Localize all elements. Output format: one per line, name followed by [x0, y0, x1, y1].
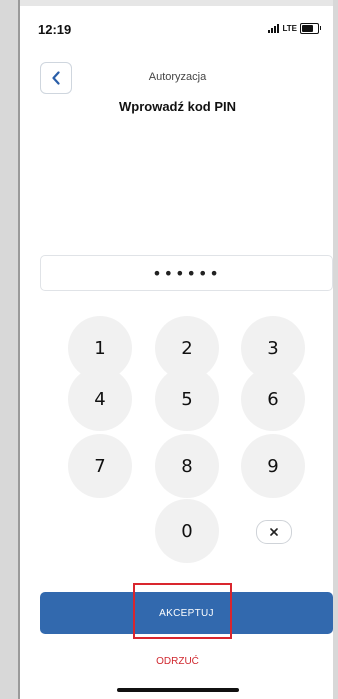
keypad-key-0[interactable]: 0 — [155, 499, 219, 563]
app-screen: 12:19 LTE Autoryzacja Wprowadź kod PIN •… — [22, 6, 333, 699]
status-time: 12:19 — [38, 22, 72, 37]
keypad-key-5[interactable]: 5 — [155, 367, 219, 431]
keypad-key-7[interactable]: 7 — [68, 434, 132, 498]
reject-button[interactable]: ODRZUĆ — [22, 656, 333, 667]
keypad-key-8[interactable]: 8 — [155, 434, 219, 498]
battery-icon — [300, 23, 321, 34]
close-icon — [270, 528, 278, 536]
status-indicators: LTE — [268, 23, 321, 34]
accept-button[interactable]: AKCEPTUJ — [40, 592, 333, 634]
network-type: LTE — [282, 24, 297, 33]
keypad-key-9[interactable]: 9 — [241, 434, 305, 498]
backspace-button[interactable] — [256, 520, 292, 544]
keypad-key-6[interactable]: 6 — [241, 367, 305, 431]
frame-right-border — [333, 0, 338, 699]
header-subtitle: Autoryzacja — [148, 71, 207, 83]
signal-icon — [268, 24, 280, 33]
pin-input[interactable]: •••••• — [40, 255, 333, 291]
page-title: Wprowadź kod PIN — [119, 99, 236, 114]
frame-left-border — [0, 0, 20, 699]
keypad-key-4[interactable]: 4 — [68, 367, 132, 431]
home-indicator — [117, 688, 239, 692]
